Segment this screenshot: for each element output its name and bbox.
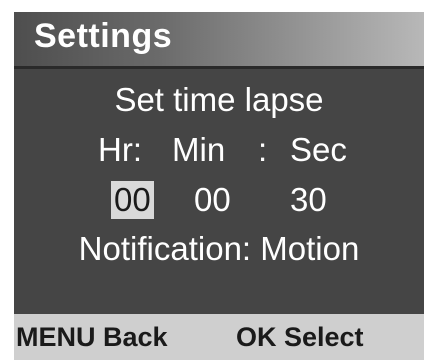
minute-value[interactable]: 00 — [194, 181, 231, 219]
header-title: Settings — [34, 17, 173, 55]
settings-header: Settings — [14, 12, 424, 66]
colon-separator: : — [258, 131, 268, 168]
second-label: Sec — [290, 131, 347, 168]
footer-bar: MENU Back OK Select — [14, 314, 424, 360]
notification-setting[interactable]: Notification: Motion — [14, 230, 424, 268]
hour-value-selected[interactable]: 00 — [111, 181, 154, 219]
panel-title: Set time lapse — [114, 81, 324, 118]
hour-label: Hr: — [98, 131, 142, 168]
time-lapse-panel: Set time lapse Hr: Min : Sec 00 00 30 No… — [14, 69, 424, 314]
menu-back-button[interactable]: MENU Back — [16, 322, 168, 353]
second-value[interactable]: 30 — [290, 181, 327, 219]
minute-label: Min — [172, 131, 226, 168]
ok-select-button[interactable]: OK Select — [236, 322, 364, 353]
camera-settings-screen: Settings Set time lapse Hr: Min : Sec 00… — [0, 0, 424, 360]
